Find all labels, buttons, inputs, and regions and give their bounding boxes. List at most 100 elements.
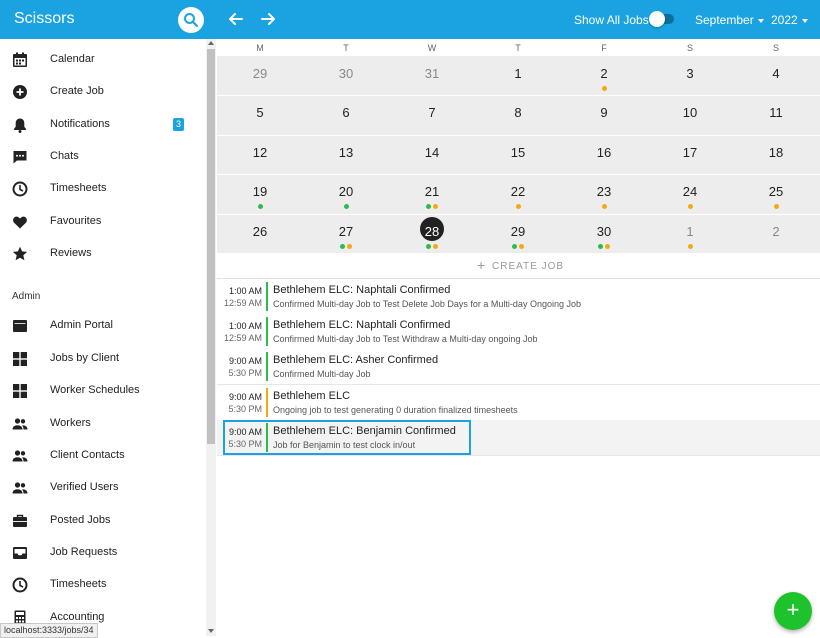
sidebar-item-label: Timesheets	[50, 578, 107, 590]
calendar-day-cell[interactable]: 8	[475, 95, 561, 134]
calendar-day-cell[interactable]: 3	[647, 56, 733, 95]
sidebar-item-create-job[interactable]: Create Job	[0, 77, 206, 107]
sidebar-item-calendar[interactable]: Calendar	[0, 45, 206, 75]
job-title: Bethlehem ELC: Naphtali Confirmed	[273, 319, 451, 331]
calendar-day-cell[interactable]: 21	[389, 174, 475, 213]
confirmed-job-dot	[426, 244, 431, 249]
day-number: 18	[768, 145, 784, 160]
sidebar-item-posted-jobs[interactable]: Posted Jobs	[0, 506, 206, 536]
sidebar-item-label: Workers	[50, 417, 91, 429]
calendar-day-cell[interactable]: 13	[303, 135, 389, 174]
calendar-day-cell[interactable]: 25	[733, 174, 819, 213]
calendar-day-cell[interactable]: 6	[303, 95, 389, 134]
calendar-day-cell[interactable]: 26	[217, 214, 303, 253]
calendar-day-cell[interactable]: 1	[647, 214, 733, 253]
create-job-button[interactable]: + CREATE JOB	[217, 253, 820, 279]
calendar-day-cell[interactable]: 19	[217, 174, 303, 213]
weekday-label: M	[256, 43, 264, 53]
job-indicator-dots	[561, 244, 647, 250]
sidebar-item-job-requests[interactable]: Job Requests	[0, 538, 206, 568]
calendar-day-cell[interactable]: 31	[389, 56, 475, 95]
add-job-fab[interactable]: +	[774, 592, 812, 630]
scroll-down-arrow-icon[interactable]	[208, 629, 214, 633]
day-number: 11	[769, 105, 783, 120]
previous-month-button[interactable]	[227, 10, 245, 28]
calendar-day-cell[interactable]: 18	[733, 135, 819, 174]
calendar-day-cell[interactable]: 12	[217, 135, 303, 174]
calendar-day-cell[interactable]: 27	[303, 214, 389, 253]
pending-job-dot	[601, 86, 607, 91]
scroll-up-arrow-icon[interactable]	[208, 41, 214, 45]
calendar-day-cell[interactable]: 10	[647, 95, 733, 134]
calendar-day-cell[interactable]: 29	[475, 214, 561, 253]
calendar-day-cell[interactable]: 30	[561, 214, 647, 253]
day-number: 26	[252, 224, 268, 239]
sidebar-item-timesheets[interactable]: Timesheets	[0, 174, 206, 204]
sidebar-item-reviews[interactable]: Reviews	[0, 239, 206, 269]
sidebar-item-label: Accounting	[50, 611, 105, 623]
job-status-bar	[266, 317, 268, 346]
calendar-day-cell[interactable]: 9	[561, 95, 647, 134]
sidebar-item-favourites[interactable]: Favourites	[0, 207, 206, 237]
pending-job-dot	[515, 204, 521, 209]
weekday-label: T	[515, 43, 521, 53]
calendar-day-cell[interactable]: 24	[647, 174, 733, 213]
job-list-item[interactable]: 9:00 AM 5:30 PM Bethlehem ELC: Asher Confi…	[217, 349, 820, 385]
sidebar-item-label: Timesheets	[50, 182, 107, 194]
month-dropdown[interactable]: September	[695, 13, 764, 27]
calendar-day-cell[interactable]: 16	[561, 135, 647, 174]
selected-job-highlight	[223, 420, 471, 455]
job-title: Bethlehem ELC	[273, 390, 351, 402]
sidebar-scrollbar[interactable]	[206, 39, 216, 636]
show-all-jobs-toggle[interactable]	[649, 11, 674, 27]
day-number: 15	[510, 145, 526, 160]
job-indicator-dots	[217, 204, 303, 210]
sidebar-item-worker-schedules[interactable]: Worker Schedules	[0, 376, 206, 406]
sidebar-item-workers[interactable]: Workers	[0, 409, 206, 439]
calendar-day-cell[interactable]: 15	[475, 135, 561, 174]
calendar-day-cell[interactable]: 28	[389, 214, 475, 253]
year-dropdown[interactable]: 2022	[771, 13, 808, 27]
day-number: 1	[686, 224, 694, 239]
next-month-button[interactable]	[259, 10, 277, 28]
sidebar-item-verified-users[interactable]: Verified Users	[0, 473, 206, 503]
calendar-day-cell[interactable]: 1	[475, 56, 561, 95]
search-button[interactable]	[178, 7, 204, 33]
calendar-day-cell[interactable]: 4	[733, 56, 819, 95]
sidebar-item-admin-portal[interactable]: Admin Portal	[0, 311, 206, 341]
calendar-day-cell[interactable]: 17	[647, 135, 733, 174]
sidebar-item-admin-timesheets[interactable]: Timesheets	[0, 570, 206, 600]
bell-icon	[14, 118, 26, 133]
calendar-day-cell[interactable]: 30	[303, 56, 389, 95]
scrollbar-thumb[interactable]	[207, 49, 215, 444]
calendar-day-cell[interactable]: 14	[389, 135, 475, 174]
job-list-item[interactable]: 1:00 AM 12:59 AM Bethlehem ELC: Naphtali C…	[217, 314, 820, 350]
job-indicator-dots	[303, 204, 389, 210]
calendar-day-cell[interactable]: 20	[303, 174, 389, 213]
job-title: Bethlehem ELC: Naphtali Confirmed	[273, 284, 451, 296]
sidebar-item-label: Admin Portal	[50, 319, 113, 331]
calendar-day-cell[interactable]: 22	[475, 174, 561, 213]
calendar-day-cell[interactable]: 11	[733, 95, 819, 134]
sidebar-item-chats[interactable]: Chats	[0, 142, 206, 172]
calendar-day-cell[interactable]: 5	[217, 95, 303, 134]
app-title[interactable]: Scissors	[14, 10, 74, 28]
calendar-day-cell[interactable]: 2	[733, 214, 819, 253]
sidebar-item-notifications[interactable]: Notifications 3	[0, 110, 206, 140]
search-icon	[184, 13, 199, 28]
job-list-item[interactable]: 1:00 AM 12:59 AM Bethlehem ELC: Naphtali C…	[217, 279, 820, 315]
calendar-day-cell[interactable]: 2	[561, 56, 647, 95]
notification-count-badge: 3	[173, 118, 184, 131]
sidebar-item-jobs-by-client[interactable]: Jobs by Client	[0, 344, 206, 374]
pending-job-dot	[687, 244, 693, 249]
job-start-time: 9:00 AM	[228, 356, 262, 366]
day-number: 31	[424, 66, 440, 81]
weekday-label: T	[343, 43, 349, 53]
chat-icon	[13, 151, 27, 164]
job-list-item[interactable]: 9:00 AM 5:30 PM Bethlehem ELC Ongoing job t…	[217, 385, 820, 421]
calendar-day-cell[interactable]: 29	[217, 56, 303, 95]
clock-icon	[12, 577, 28, 593]
calendar-day-cell[interactable]: 7	[389, 95, 475, 134]
sidebar-item-client-contacts[interactable]: Client Contacts	[0, 441, 206, 471]
calendar-day-cell[interactable]: 23	[561, 174, 647, 213]
